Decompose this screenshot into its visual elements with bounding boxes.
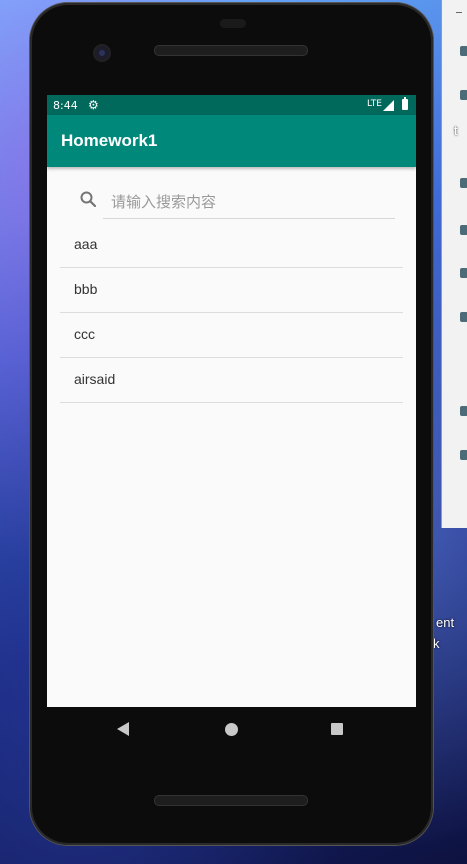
list-item[interactable]: airsaid [60,358,403,403]
front-camera [93,44,111,62]
recents-icon[interactable] [331,723,343,735]
app-title: Homework1 [61,131,158,150]
desktop-text: k [433,636,440,651]
panel-icon [460,46,467,56]
earpiece [220,19,246,28]
search-bar [47,167,416,223]
device-screen: 8:44 ⚙ LTE Homework1 aaa bbb ccc airsaid [47,95,416,707]
panel-icon [460,268,467,278]
signal-icon [383,100,394,111]
desktop-text: t [454,123,458,138]
list-item-label: airsaid [74,371,116,387]
app-bar: Homework1 [47,115,416,167]
top-speaker [154,45,308,56]
home-icon[interactable] [225,723,238,736]
list-item-label: bbb [74,281,98,297]
panel-icon [460,312,467,322]
search-input[interactable] [103,185,395,219]
list-item[interactable]: ccc [60,313,403,358]
status-time: 8:44 [53,99,78,112]
panel-icon [460,90,467,100]
panel-icon [460,178,467,188]
navigation-bar [47,707,416,751]
gear-icon: ⚙ [88,98,99,112]
panel-icon [460,406,467,416]
list-item[interactable]: aaa [60,223,403,268]
desktop-text: ent [436,615,455,630]
panel-icon [460,225,467,235]
result-list: aaa bbb ccc airsaid [60,223,403,403]
panel-icon [460,450,467,460]
back-icon[interactable] [117,722,129,736]
list-item-label: aaa [74,236,98,252]
minimize-icon [456,12,462,13]
battery-icon [402,97,408,110]
list-item-label: ccc [74,326,95,342]
list-item[interactable]: bbb [60,268,403,313]
bottom-speaker [154,795,308,806]
search-icon [80,191,96,207]
status-bar: 8:44 ⚙ LTE [47,95,416,115]
background-side-panel [441,0,467,528]
network-type: LTE [367,99,382,109]
